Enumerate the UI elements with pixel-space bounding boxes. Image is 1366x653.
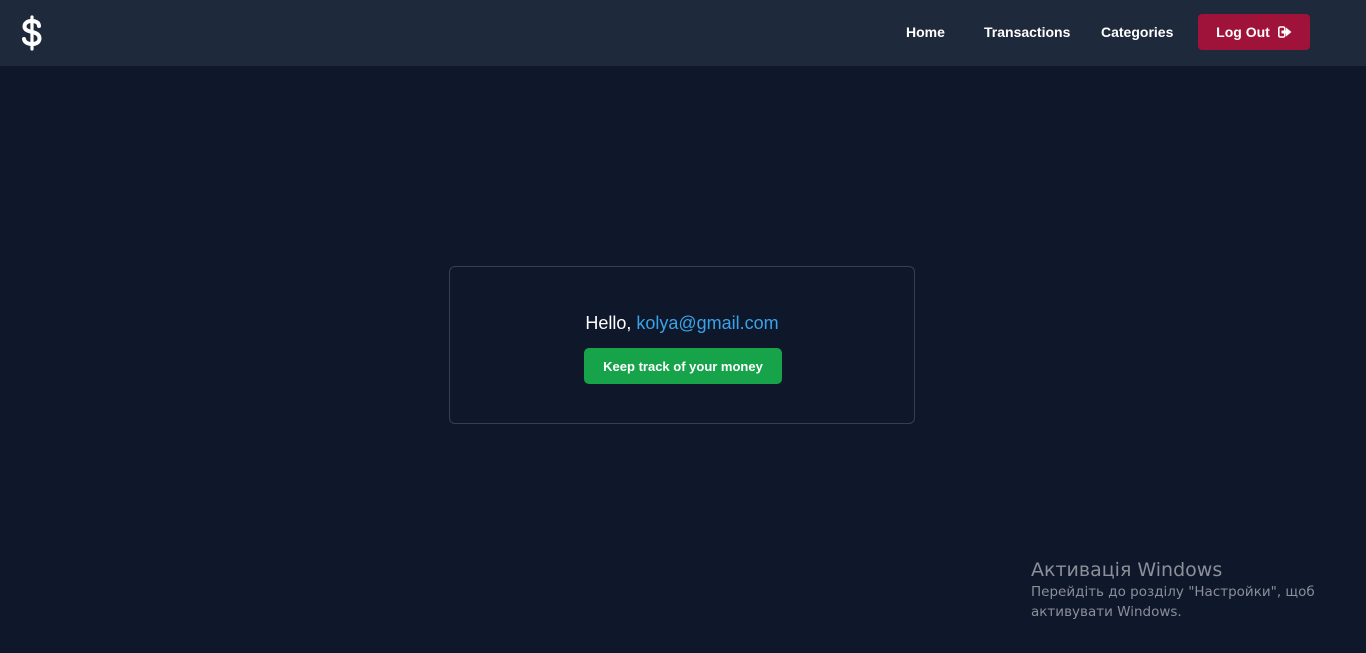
greeting-prefix: Hello, xyxy=(585,313,637,333)
sign-out-icon xyxy=(1277,26,1292,38)
welcome-card: Hello, kolya@gmail.com Keep track of you… xyxy=(449,266,915,424)
keep-track-button[interactable]: Keep track of your money xyxy=(584,348,782,384)
dollar-sign-icon[interactable] xyxy=(18,14,46,52)
greeting-text: Hello, kolya@gmail.com xyxy=(450,312,914,334)
activation-title: Активація Windows xyxy=(1031,559,1223,581)
user-email: kolya@gmail.com xyxy=(636,313,779,333)
logout-label: Log Out xyxy=(1216,24,1270,40)
top-navbar: Home Transactions Categories Log Out xyxy=(0,0,1366,66)
windows-activation-watermark: Активація Windows Перейдіть до розділу "… xyxy=(1031,558,1331,622)
activation-line-1: Перейдіть до розділу "Настройки", щоб xyxy=(1031,584,1315,600)
logout-button[interactable]: Log Out xyxy=(1198,14,1310,50)
activation-line-2: активувати Windows. xyxy=(1031,604,1182,620)
nav-categories-link[interactable]: Categories xyxy=(1101,24,1173,40)
nav-transactions-link[interactable]: Transactions xyxy=(984,24,1070,40)
nav-home-link[interactable]: Home xyxy=(906,24,945,40)
